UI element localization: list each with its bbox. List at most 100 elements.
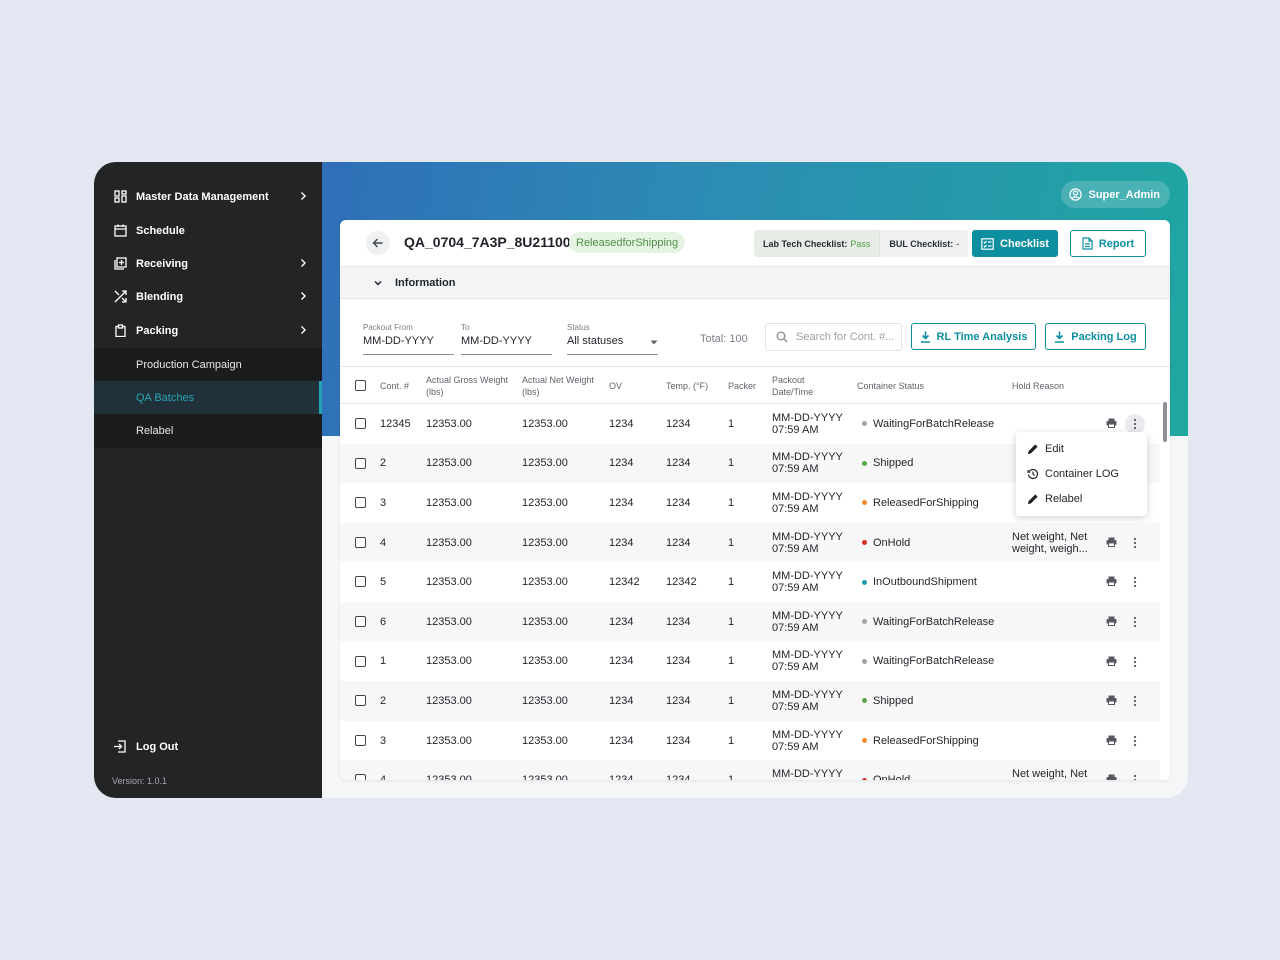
bul-checklist-value: -	[956, 238, 960, 249]
row-checkbox[interactable]	[355, 734, 366, 746]
packout-to-field[interactable]: To MM-DD-YYYY	[461, 323, 552, 355]
more-options-icon[interactable]	[1125, 414, 1145, 434]
more-options-icon[interactable]	[1125, 770, 1145, 780]
column-header-hold-reason[interactable]: Hold Reason	[1012, 367, 1064, 404]
back-button[interactable]	[366, 231, 390, 255]
history-icon	[1027, 468, 1039, 479]
menu-item-relabel[interactable]: Relabel	[1016, 486, 1147, 511]
row-checkbox[interactable]	[355, 774, 366, 780]
cell-temp: 1234	[666, 694, 691, 707]
column-header-container-status[interactable]: Container Status	[857, 367, 924, 404]
user-menu-button[interactable]: Super_Admin	[1061, 181, 1170, 208]
sidebar-subitem-qa-batches[interactable]: QA Batches	[94, 381, 322, 414]
status-text: ReleasedForShipping	[873, 496, 979, 509]
cell-ov: 12342	[609, 576, 640, 589]
search-input[interactable]: Search for Cont. #...	[765, 323, 902, 351]
checklist-button[interactable]: Checklist	[972, 230, 1058, 257]
row-checkbox[interactable]	[355, 695, 366, 707]
status-dot	[862, 658, 867, 664]
print-icon[interactable]	[1106, 576, 1117, 589]
more-options-icon[interactable]	[1125, 612, 1145, 632]
more-options-icon[interactable]	[1125, 652, 1145, 672]
report-button[interactable]: Report	[1070, 230, 1146, 257]
cell-packer: 1	[728, 496, 735, 509]
menu-item-label: Edit	[1045, 442, 1064, 455]
table-row[interactable]: 3 12353.00 12353.00 1234 1234 1 MM-DD-YYYY 07:5…	[340, 721, 1160, 761]
table-row[interactable]: 2 12353.00 12353.00 1234 1234 1 MM-DD-YYYY 07:5…	[340, 681, 1160, 721]
sidebar-item-packing[interactable]: Packing	[94, 314, 322, 347]
sidebar-item-label: Blending	[136, 290, 184, 303]
status-text: WaitingForBatchRelease	[873, 655, 995, 668]
table-row[interactable]: 6 12353.00 12353.00 1234 1234 1 MM-DD-YYYY 07:5…	[340, 602, 1160, 642]
print-icon[interactable]	[1106, 418, 1117, 431]
row-checkbox[interactable]	[355, 616, 366, 627]
receiving-box-icon	[113, 257, 127, 271]
row-checkbox[interactable]	[355, 536, 366, 548]
total-count: Total: 100	[700, 333, 748, 345]
column-header-ov[interactable]: OV	[609, 367, 622, 404]
row-checkbox[interactable]	[355, 457, 366, 469]
menu-item-container-log[interactable]: Container LOG	[1016, 461, 1147, 486]
packout-to-label: To	[461, 323, 470, 332]
print-icon[interactable]	[1106, 735, 1117, 748]
status-text: ReleasedForShipping	[873, 734, 979, 747]
status-select[interactable]: Status All statuses	[567, 323, 658, 355]
print-icon[interactable]	[1106, 537, 1117, 550]
print-icon[interactable]	[1106, 774, 1117, 780]
rl-time-analysis-button[interactable]: RL Time Analysis	[911, 323, 1036, 350]
information-toggle[interactable]: Information	[340, 267, 1170, 299]
cell-container-status: WaitingForBatchRelease	[862, 404, 994, 444]
cell-time: 07:59 AM	[772, 582, 819, 595]
column-header-gross-weight[interactable]: Actual Gross Weight (lbs)	[426, 367, 516, 404]
sidebar-item-blending[interactable]: Blending	[94, 280, 322, 313]
column-header-packout-datetime[interactable]: Packout Date/Time	[772, 367, 832, 404]
cell-packer: 1	[728, 576, 735, 589]
packing-log-button[interactable]: Packing Log	[1045, 323, 1146, 350]
cell-packout-datetime: MM-DD-YYYY07:59 AM	[772, 444, 843, 484]
row-checkbox[interactable]	[355, 497, 366, 509]
sidebar-item-receiving[interactable]: Receiving	[94, 247, 322, 280]
status-dot	[862, 460, 867, 466]
row-checkbox[interactable]	[355, 655, 366, 667]
menu-item-edit[interactable]: Edit	[1016, 436, 1147, 461]
more-options-icon[interactable]	[1125, 572, 1145, 592]
calendar-icon	[113, 224, 127, 238]
status-dot	[862, 698, 867, 704]
table-row[interactable]: 4 12353.00 12353.00 1234 1234 1 MM-DD-YYYY07:5…	[340, 522, 1160, 563]
lab-tech-checklist-status: Lab Tech Checklist: Pass	[754, 230, 880, 257]
column-header-packer[interactable]: Packer	[728, 367, 756, 404]
cell-temp: 1234	[666, 615, 691, 628]
table-scrollbar[interactable]	[1160, 400, 1170, 780]
column-header-temp[interactable]: Temp. (°F)	[666, 367, 708, 404]
select-all-checkbox[interactable]	[355, 380, 366, 391]
cell-net-weight: 12353.00	[522, 760, 568, 780]
sidebar-item-master-data-management[interactable]: Master Data Management	[94, 180, 322, 213]
more-options-icon[interactable]	[1125, 731, 1145, 751]
more-options-icon[interactable]	[1125, 533, 1145, 553]
print-icon[interactable]	[1106, 616, 1117, 629]
table-scrollbar-thumb[interactable]	[1163, 402, 1167, 442]
print-icon[interactable]	[1106, 656, 1117, 669]
information-label: Information	[395, 276, 456, 289]
download-icon	[1055, 331, 1065, 343]
cell-net-weight: 12353.00	[522, 417, 568, 430]
download-icon	[920, 331, 930, 343]
cell-ov: 1234	[609, 615, 634, 628]
cell-date: MM-DD-YYYY	[772, 649, 843, 662]
row-checkbox[interactable]	[355, 576, 366, 588]
table-row[interactable]: 1 12353.00 12353.00 1234 1234 1 MM-DD-YYYY 07:5…	[340, 642, 1160, 682]
sidebar-subitem-production-campaign[interactable]: Production Campaign	[94, 348, 322, 381]
print-icon[interactable]	[1106, 695, 1117, 708]
lab-checklist-label: Lab Tech Checklist:	[763, 238, 848, 249]
table-row[interactable]: 4 12353.00 12353.00 1234 1234 1 MM-DD-YYYY07:5…	[340, 760, 1160, 780]
sidebar-item-label: Packing	[136, 324, 179, 337]
row-checkbox[interactable]	[355, 418, 366, 429]
sidebar-subitem-relabel[interactable]: Relabel	[94, 414, 322, 447]
logout-button[interactable]: Log Out	[113, 740, 178, 754]
sidebar-item-schedule[interactable]: Schedule	[94, 214, 322, 247]
column-header-net-weight[interactable]: Actual Net Weight (lbs)	[522, 367, 602, 404]
more-options-icon[interactable]	[1125, 691, 1145, 711]
packout-from-field[interactable]: Packout From MM-DD-YYYY	[363, 323, 454, 355]
column-header-cont[interactable]: Cont. #	[380, 367, 409, 404]
table-row[interactable]: 5 12353.00 12353.00 12342 12342 1 MM-DD-YYYY 07…	[340, 562, 1160, 602]
